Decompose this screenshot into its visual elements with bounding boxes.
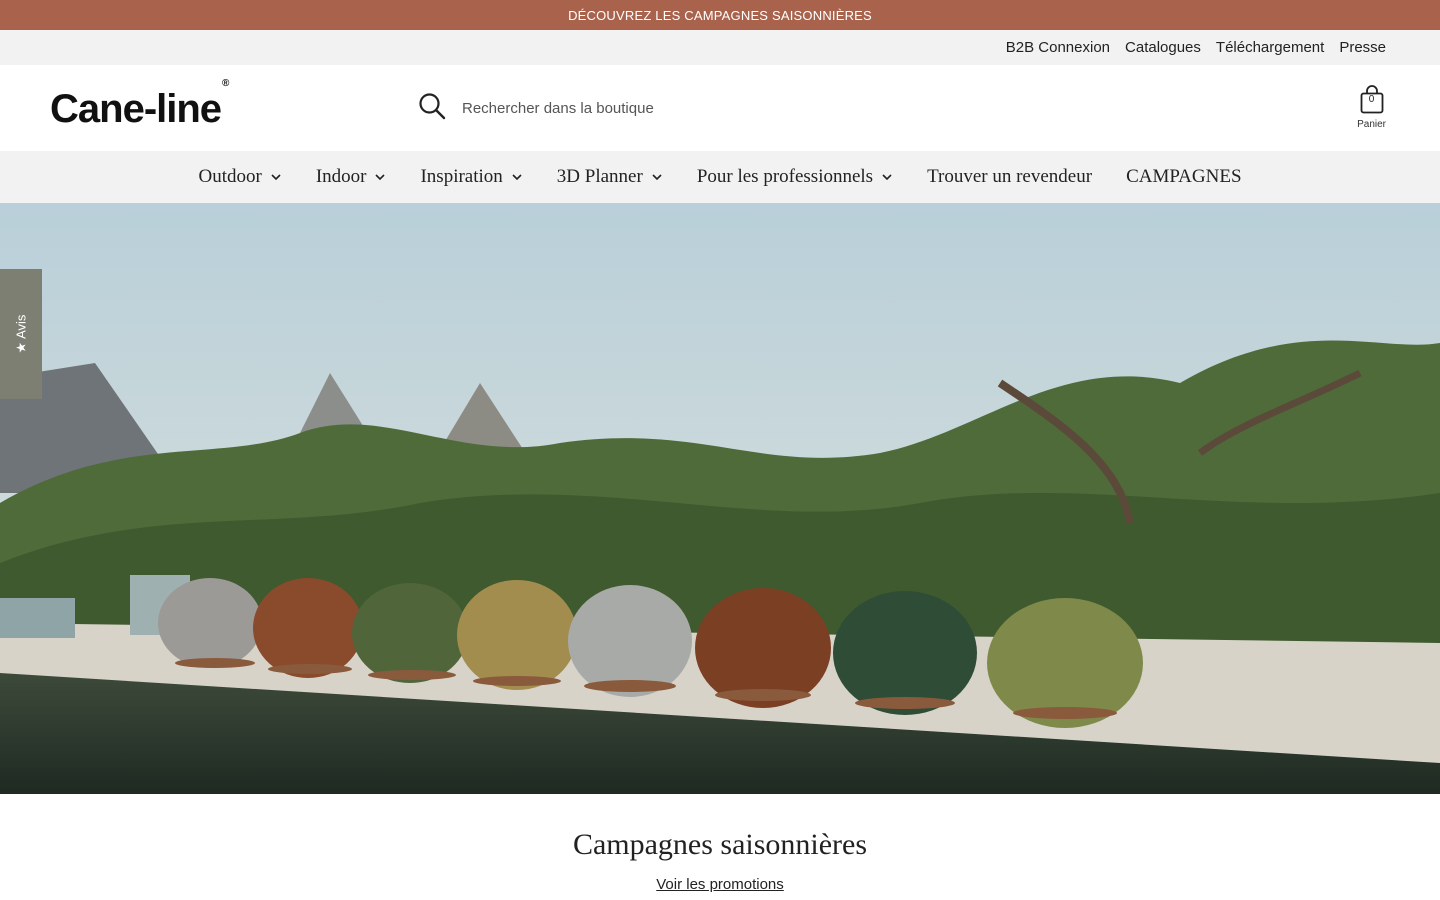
nav-3d-planner[interactable]: 3D Planner	[540, 166, 680, 188]
chevron-down-icon	[375, 174, 386, 181]
search-input[interactable]	[462, 100, 1062, 117]
hero-illustration	[0, 203, 1440, 794]
bag-icon[interactable]: 0	[1360, 85, 1384, 115]
cart-label: Panier	[1357, 119, 1386, 130]
nav-professionnels-label: Pour les professionnels	[696, 166, 874, 187]
link-telechargement[interactable]: Téléchargement	[1216, 39, 1324, 56]
announcement-bar[interactable]: DÉCOUVREZ LES CAMPAGNES SAISONNIÈRES	[0, 0, 1440, 30]
nav-revendeur[interactable]: Trouver un revendeur	[910, 166, 1109, 188]
chevron-down-icon	[882, 174, 892, 181]
nav-outdoor-label: Outdoor	[198, 166, 262, 187]
nav-inspiration-label: Inspiration	[420, 166, 503, 187]
chevron-down-icon	[652, 174, 662, 181]
main-nav: Outdoor Indoor Inspiration 3D Planner Po…	[0, 151, 1440, 203]
chevron-down-icon	[271, 174, 281, 181]
link-catalogues[interactable]: Catalogues	[1125, 39, 1201, 56]
link-b2b-connexion[interactable]: B2B Connexion	[1006, 39, 1110, 56]
link-presse[interactable]: Presse	[1339, 39, 1386, 56]
logo-text: Cane-line	[50, 87, 222, 131]
cart-button[interactable]: 0 Panier	[1357, 85, 1386, 130]
reviews-tab-label: ★ Avis	[13, 314, 28, 354]
nav-campagnes-label: CAMPAGNES	[1126, 166, 1242, 187]
nav-outdoor[interactable]: Outdoor	[181, 166, 298, 188]
cart-count: 0	[1368, 94, 1375, 105]
section-title: Campagnes saisonnières	[572, 828, 868, 861]
nav-indoor-label: Indoor	[315, 166, 367, 187]
chevron-down-icon	[512, 174, 522, 181]
site-header: Cane-line® 0 Panier	[0, 65, 1440, 151]
site-logo[interactable]: Cane-line®	[50, 78, 229, 132]
reviews-tab[interactable]: ★ Avis	[0, 269, 42, 399]
search-bar[interactable]	[418, 92, 1062, 125]
search-icon[interactable]	[418, 92, 446, 125]
utility-bar: B2B Connexion Catalogues Téléchargement …	[0, 30, 1440, 65]
nav-professionnels[interactable]: Pour les professionnels	[680, 166, 910, 188]
nav-indoor[interactable]: Indoor	[299, 166, 404, 188]
hero-image[interactable]	[0, 203, 1440, 794]
announcement-text[interactable]: DÉCOUVREZ LES CAMPAGNES SAISONNIÈRES	[568, 8, 872, 23]
seasonal-campaigns-section: Campagnes saisonnières Voir les promotio…	[0, 794, 1440, 900]
nav-3d-planner-label: 3D Planner	[556, 166, 643, 187]
promotions-link[interactable]: Voir les promotions	[656, 876, 784, 893]
planter	[0, 598, 75, 638]
registered-mark: ®	[222, 77, 229, 89]
nav-campagnes[interactable]: CAMPAGNES	[1109, 166, 1258, 188]
nav-inspiration[interactable]: Inspiration	[403, 166, 539, 188]
nav-revendeur-label: Trouver un revendeur	[927, 166, 1093, 187]
